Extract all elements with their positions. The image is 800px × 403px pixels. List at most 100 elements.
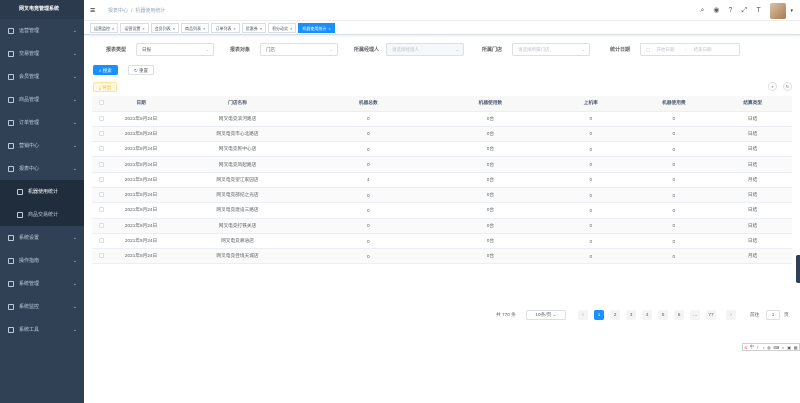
next-page-button[interactable]: ›: [726, 310, 736, 320]
github-icon[interactable]: ◉: [711, 6, 721, 16]
row-checkbox[interactable]: [98, 130, 104, 136]
breadcrumb-item[interactable]: 报表中心: [108, 8, 128, 14]
toolbar-mic-icon[interactable]: ◍: [767, 345, 771, 350]
manager-select[interactable]: 请选择经理人 ⌄: [386, 43, 464, 56]
reset-button[interactable]: ↻ 重置: [128, 65, 155, 75]
sidebar-item[interactable]: 交易管理 ⌄: [0, 42, 84, 65]
table-cell: 0: [547, 202, 635, 219]
sidebar-item[interactable]: 报表中心 ⌄: [0, 157, 84, 180]
prev-page-button[interactable]: ‹: [578, 310, 588, 320]
toolbar-keyboard-icon[interactable]: ⌨: [773, 345, 779, 350]
hamburger-icon[interactable]: ≡: [90, 5, 100, 15]
refresh-table-icon[interactable]: ↻: [783, 82, 792, 91]
table-row[interactable]: 2021年8月24日 网叉电竞打铁关店 0 0台 0 0 日结: [92, 218, 792, 234]
tag-item[interactable]: 订单列表 ×: [211, 22, 240, 33]
tag-item[interactable]: 积分动实 ×: [268, 22, 297, 33]
row-checkbox[interactable]: [98, 146, 104, 152]
sidebar-item[interactable]: 订单管理 ⌄: [0, 111, 84, 134]
font-size-icon[interactable]: T: [753, 6, 763, 16]
row-checkbox[interactable]: [98, 222, 104, 228]
toolbar-user-icon[interactable]: ◐: [782, 345, 784, 350]
row-checkbox[interactable]: [98, 207, 104, 213]
close-icon[interactable]: ×: [290, 26, 292, 31]
toolbar-logo-icon[interactable]: S: [744, 345, 747, 350]
sidebar-item-label: 营销中心: [19, 143, 40, 149]
sidebar-item[interactable]: 操作指南 ⌄: [0, 249, 84, 272]
sidebar-item[interactable]: 商品管理 ⌄: [0, 88, 84, 111]
toolbar-grid-icon[interactable]: ▦: [794, 345, 798, 350]
toolbar-shirt-icon[interactable]: ▣: [787, 345, 791, 350]
close-icon[interactable]: ×: [142, 26, 144, 31]
page-number[interactable]: 2: [610, 310, 620, 320]
avatar[interactable]: [770, 2, 787, 19]
sidebar-item[interactable]: 系统监控 ⌄: [0, 295, 84, 318]
settings-drawer-handle[interactable]: [796, 255, 800, 283]
download-icon: ⤓: [99, 85, 101, 90]
caret-down-icon[interactable]: ▾: [790, 8, 793, 14]
table-row[interactable]: 2021年8月24日 网叉电竞市心北路店 0 0台 0 0 日结: [92, 126, 792, 143]
sidebar-item[interactable]: 机器使用统计: [0, 180, 84, 203]
toggle-search-icon[interactable]: ⌕: [768, 82, 777, 91]
toolbar-dot-icon[interactable]: •: [763, 345, 764, 350]
sidebar-item[interactable]: 商品交易统计: [0, 203, 84, 226]
table-row[interactable]: 2021年8月24日 网叉电竞建设三路店 0 0台 0 0 日结: [92, 202, 792, 219]
table-row[interactable]: 2021年8月24日 网叉电竞部纪之光店 0 0台 0 0 日结: [92, 187, 792, 204]
tag-item[interactable]: 运营设置 ×: [120, 22, 149, 33]
close-icon[interactable]: ×: [328, 26, 330, 31]
table-row[interactable]: 2021年8月24日 网叉电竞民中心店 0 0台 0 0 日结: [92, 141, 792, 158]
close-icon[interactable]: ×: [260, 26, 262, 31]
page-number[interactable]: 1: [594, 310, 604, 320]
table-row[interactable]: 2021年8月24日 网叉电竞慕语店 0 0台 0 0 日结: [92, 233, 792, 250]
table-row[interactable]: 2021年8月24日 网叉电竞凤起路店 0 0台 0 0 日结: [92, 156, 792, 173]
page-number[interactable]: ...: [690, 310, 700, 320]
row-checkbox[interactable]: [98, 161, 104, 167]
tag-item[interactable]: 运营监控 ×: [90, 22, 119, 33]
row-checkbox[interactable]: [98, 253, 104, 259]
toolbar-moon-icon[interactable]: ☾: [757, 345, 761, 350]
tag-item[interactable]: 机器使用统计 ×: [298, 22, 335, 33]
table-row[interactable]: 2021年8月24日 网叉电竞滨河路店 0 0台 0 0 日结: [92, 111, 792, 127]
select-all-checkbox[interactable]: [98, 100, 104, 106]
store-select[interactable]: 请选择所属门店 ⌄: [512, 43, 590, 56]
goto-input[interactable]: 1: [766, 310, 780, 320]
sidebar-item[interactable]: 系统管理 ⌄: [0, 272, 84, 295]
table-cell: 日结: [713, 111, 792, 127]
page-number[interactable]: 77: [706, 310, 716, 320]
report-type-select[interactable]: 日报 ⌄: [136, 43, 214, 56]
sidebar-item[interactable]: 运营管理 ⌄: [0, 19, 84, 42]
table-row[interactable]: 2021年8月24日 网叉电竞望江家园店 4 0台 0 0 月结: [92, 172, 792, 188]
search-button[interactable]: ⌕ 搜索: [93, 65, 118, 75]
table-cell: 日结: [713, 187, 792, 204]
sidebar-item[interactable]: 系统设置 ⌄: [0, 226, 84, 249]
close-icon[interactable]: ×: [173, 26, 175, 31]
row-checkbox[interactable]: [98, 115, 104, 121]
tag-item[interactable]: 优惠券 ×: [241, 22, 267, 33]
fullscreen-icon[interactable]: ⤢: [739, 6, 749, 16]
toolbar-lang-icon[interactable]: 中: [750, 344, 754, 350]
table-row[interactable]: 2021年8月24日 网叉电竞佳境天城店 0 0台 0 0 月结: [92, 248, 792, 265]
page-size-select[interactable]: 10条/页 ⌄: [526, 310, 566, 320]
close-icon[interactable]: ×: [233, 26, 235, 31]
row-checkbox[interactable]: [98, 176, 104, 182]
help-icon[interactable]: ?: [725, 6, 735, 16]
report-type-label: 报表类型: [106, 47, 127, 53]
search-icon[interactable]: ⌕: [697, 6, 707, 16]
table-cell: 2021年8月24日: [110, 141, 173, 158]
page-number[interactable]: 4: [642, 310, 652, 320]
sidebar-item[interactable]: 会员管理 ⌄: [0, 65, 84, 88]
table-cell: 0: [634, 248, 714, 265]
page-number[interactable]: 5: [658, 310, 668, 320]
export-button[interactable]: ⤓ 导出: [93, 82, 118, 92]
page-number[interactable]: 3: [626, 310, 636, 320]
row-checkbox[interactable]: [98, 238, 104, 244]
tag-item[interactable]: 商品列表 ×: [181, 22, 210, 33]
tag-item[interactable]: 会员列表 ×: [150, 22, 180, 33]
sidebar-item[interactable]: 系统工具 ⌄: [0, 318, 84, 341]
sidebar-item[interactable]: 营销中心 ⌄: [0, 134, 84, 157]
page-number[interactable]: 6: [674, 310, 684, 320]
close-icon[interactable]: ×: [112, 26, 114, 31]
report-object-select[interactable]: 门店 ⌄: [260, 43, 338, 56]
close-icon[interactable]: ×: [203, 26, 205, 31]
row-checkbox[interactable]: [98, 192, 104, 198]
date-range-picker[interactable]: ▢ 开始日期 - 结束日期: [640, 43, 740, 56]
